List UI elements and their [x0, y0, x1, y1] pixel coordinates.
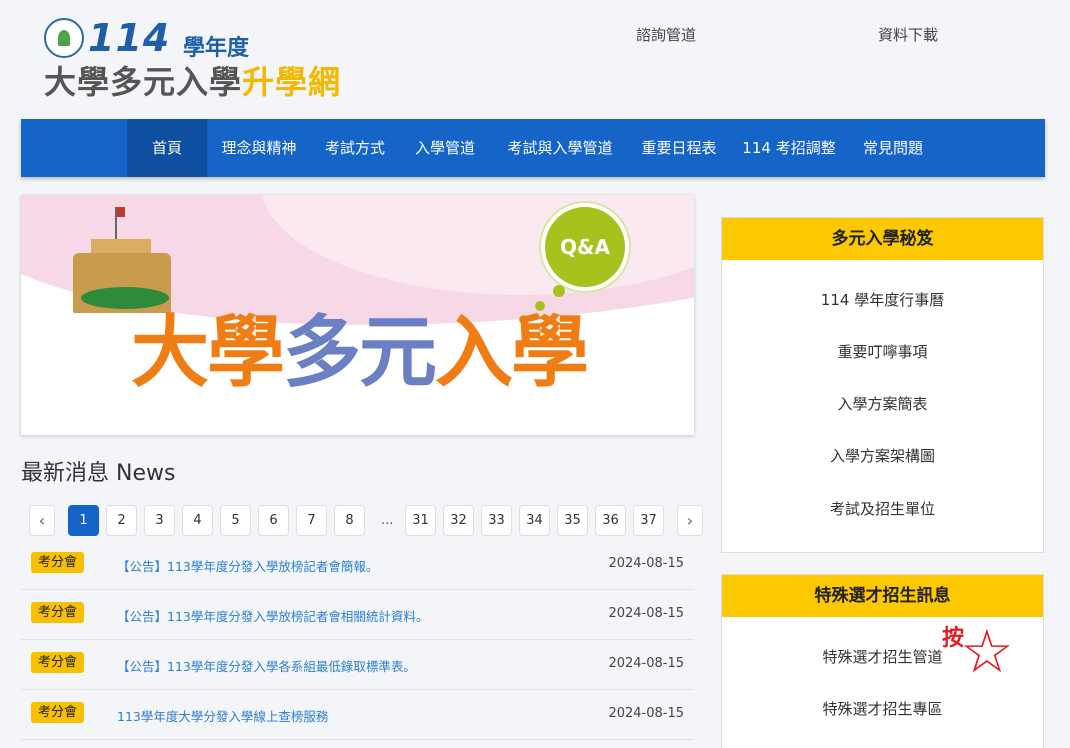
page-button-6[interactable]: 6 — [258, 505, 289, 536]
page-button-8[interactable]: 8 — [334, 505, 365, 536]
page-button-33[interactable]: 33 — [481, 505, 512, 536]
dot-decoration — [553, 285, 565, 297]
banner-title-part3: 入學 — [435, 308, 589, 398]
nav-exam-and-admission[interactable]: 考試與入學管道 — [497, 119, 623, 177]
site-header: 114 學年度 大學多元入學升學網 諮詢管道 資料下載 — [0, 0, 1070, 118]
nav-faq[interactable]: 常見問題 — [855, 119, 931, 177]
news-title-link[interactable]: 【公告】113學年度分發入學放榜記者會相關統計資料。 — [117, 606, 428, 625]
news-title-link[interactable]: 113學年度大學分發入學線上查榜服務 — [117, 706, 328, 725]
panel-link-calendar[interactable]: 114 學年度行事曆 — [722, 289, 1043, 310]
news-heading: 最新消息 News — [21, 461, 176, 486]
news-date: 2024-08-15 — [608, 556, 684, 571]
page-button-36[interactable]: 36 — [595, 505, 626, 536]
flag-icon — [117, 207, 125, 217]
panel-link-plan-summary[interactable]: 入學方案簡表 — [722, 393, 1043, 414]
panel-link-reminders[interactable]: 重要叮嚀事項 — [722, 341, 1043, 362]
news-date: 2024-08-15 — [608, 706, 684, 721]
qa-bubble-icon: Q&A — [541, 203, 629, 291]
nav-home[interactable]: 首頁 — [127, 119, 207, 177]
page-button-32[interactable]: 32 — [443, 505, 474, 536]
nav-schedule[interactable]: 重要日程表 — [633, 119, 725, 177]
banner-title-part1: 大學 — [131, 308, 285, 398]
page-button-31[interactable]: 31 — [405, 505, 436, 536]
nav-exam-methods[interactable]: 考試方式 — [317, 119, 393, 177]
nav-114-adjustments[interactable]: 114 考招調整 — [737, 119, 841, 177]
page-button-4[interactable]: 4 — [182, 505, 213, 536]
nav-admission-channels[interactable]: 入學管道 — [407, 119, 483, 177]
page-button-35[interactable]: 35 — [557, 505, 588, 536]
news-title-link[interactable]: 【公告】113學年度分發入學放榜記者會簡報。 — [117, 556, 378, 575]
logo-title-main: 大學多元入學 — [44, 63, 243, 101]
chevron-right-icon: › — [686, 511, 694, 530]
banner-title: 大學多元入學 — [131, 303, 589, 403]
panel-link-special-talent-zone[interactable]: 特殊選才招生專區 — [722, 698, 1043, 719]
page-button-3[interactable]: 3 — [144, 505, 175, 536]
pagination-ellipsis: ... — [381, 513, 394, 528]
page-button-37[interactable]: 37 — [633, 505, 664, 536]
pagination-next-button[interactable]: › — [677, 505, 703, 536]
news-source-badge: 考分會 — [31, 702, 85, 723]
page-button-5[interactable]: 5 — [220, 505, 251, 536]
annotation-star-icon: ☆ — [960, 617, 1014, 687]
panel-title-special-talent: 特殊選才招生訊息 — [722, 575, 1043, 617]
top-link-consult[interactable]: 諮詢管道 — [636, 24, 696, 45]
page-button-7[interactable]: 7 — [296, 505, 327, 536]
page-button-34[interactable]: 34 — [519, 505, 550, 536]
news-date: 2024-08-15 — [608, 606, 684, 621]
hero-banner[interactable]: Q&A 大學多元入學 — [21, 195, 694, 435]
panel-link-exam-units[interactable]: 考試及招生單位 — [722, 498, 1043, 519]
banner-title-part2: 多元 — [283, 308, 437, 398]
ministry-seal-icon — [44, 18, 84, 58]
top-link-download[interactable]: 資料下載 — [878, 24, 938, 45]
news-source-badge: 考分會 — [31, 552, 85, 573]
page-button-1[interactable]: 1 — [68, 505, 99, 536]
pagination-prev-button[interactable]: ‹ — [29, 505, 55, 536]
news-list-item: 考分會 【公告】113學年度分發入學放榜記者會相關統計資料。 2024-08-1… — [21, 590, 694, 640]
panel-title-admission-tips: 多元入學秘笈 — [722, 218, 1043, 260]
news-source-badge: 考分會 — [31, 652, 85, 673]
main-navbar: 首頁 理念與精神 考試方式 入學管道 考試與入學管道 重要日程表 114 考招調… — [21, 119, 1045, 177]
site-logo-title[interactable]: 大學多元入學升學網 — [44, 62, 341, 102]
panel-link-plan-structure[interactable]: 入學方案架構圖 — [722, 445, 1043, 466]
admission-tips-panel: 多元入學秘笈 114 學年度行事曆 重要叮嚀事項 入學方案簡表 入學方案架構圖 … — [721, 217, 1044, 553]
logo-year[interactable]: 114 — [88, 16, 170, 60]
logo-year-suffix[interactable]: 學年度 — [183, 30, 249, 62]
news-list-item: 考分會 【公告】113學年度分發入學放榜記者會簡報。 2024-08-15 — [21, 540, 694, 590]
news-title-link[interactable]: 【公告】113學年度分發入學各系組最低錄取標準表。 — [117, 656, 416, 675]
news-date: 2024-08-15 — [608, 656, 684, 671]
news-source-badge: 考分會 — [31, 602, 85, 623]
news-list-item: 考分會 【公告】113學年度分發入學各系組最低錄取標準表。 2024-08-15 — [21, 640, 694, 690]
news-list-item: 考分會 113學年度大學分發入學線上查榜服務 2024-08-15 — [21, 690, 694, 740]
logo-title-accent: 升學網 — [242, 63, 342, 101]
chevron-left-icon: ‹ — [38, 511, 46, 530]
nav-philosophy[interactable]: 理念與精神 — [213, 119, 305, 177]
page-button-2[interactable]: 2 — [106, 505, 137, 536]
